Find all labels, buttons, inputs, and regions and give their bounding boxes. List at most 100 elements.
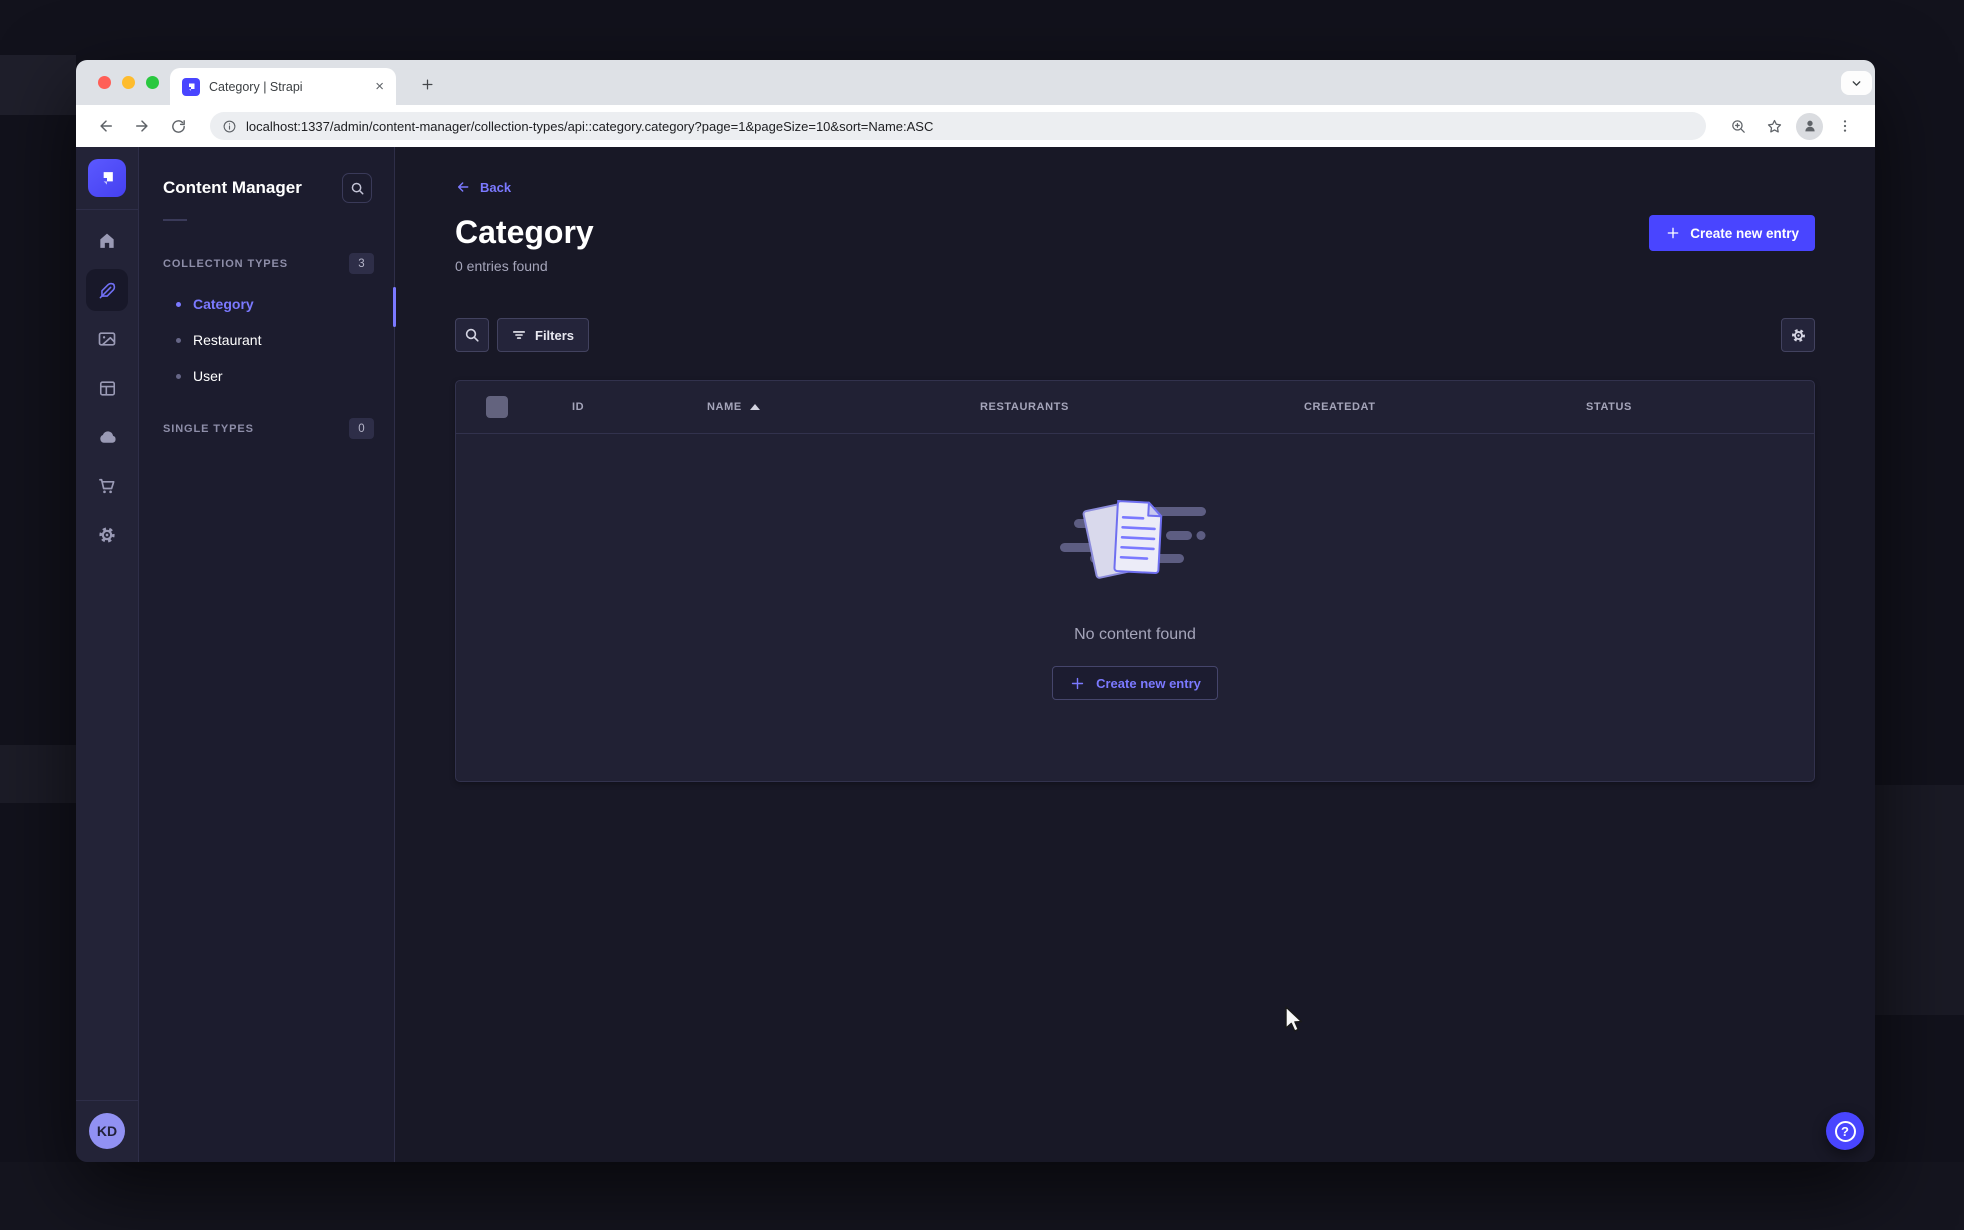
nav-content-type-builder-button[interactable] <box>86 367 128 409</box>
browser-tab-bar: Category | Strapi × <box>76 60 1875 105</box>
collection-types-section-header: COLLECTION TYPES 3 <box>139 253 394 274</box>
filters-label: Filters <box>535 327 575 343</box>
nav-settings-button[interactable] <box>86 514 128 556</box>
subnav-item-label: User <box>193 368 223 384</box>
select-all-checkbox[interactable] <box>486 396 508 418</box>
table-settings-button[interactable] <box>1781 318 1815 352</box>
strapi-logo[interactable] <box>88 159 126 197</box>
browser-forward-button[interactable] <box>128 112 156 140</box>
gear-icon <box>97 525 117 545</box>
main-content: Back Category 0 entries found Create new… <box>395 147 1875 1162</box>
nav-media-library-button[interactable] <box>86 318 128 360</box>
help-button[interactable]: ? <box>1826 1112 1864 1150</box>
search-icon <box>464 327 480 343</box>
single-types-count-badge: 0 <box>349 418 374 439</box>
site-info-icon[interactable] <box>222 119 237 134</box>
browser-tab[interactable]: Category | Strapi × <box>170 68 396 105</box>
rail-divider <box>76 209 138 210</box>
bookmark-star-icon[interactable] <box>1760 112 1788 140</box>
user-avatar[interactable]: KD <box>89 1113 125 1149</box>
rail-bottom: KD <box>76 1100 138 1162</box>
column-header-status[interactable]: STATUS <box>1586 401 1632 413</box>
zoom-search-icon[interactable] <box>1724 112 1752 140</box>
subnav-item-category[interactable]: Category <box>139 286 394 322</box>
window-controls <box>98 76 159 89</box>
column-header-id[interactable]: ID <box>572 401 584 413</box>
empty-create-entry-button[interactable]: Create new entry <box>1052 666 1218 700</box>
bullet-icon <box>176 337 181 343</box>
section-label: COLLECTION TYPES <box>163 257 289 270</box>
back-label: Back <box>480 179 512 195</box>
create-entry-button[interactable]: Create new entry <box>1649 215 1815 251</box>
window-close-button[interactable] <box>98 76 111 89</box>
filter-row: Filters <box>455 318 1815 352</box>
plus-icon <box>1665 225 1681 241</box>
browser-reload-button[interactable] <box>164 112 192 140</box>
url-text: localhost:1337/admin/content-manager/col… <box>246 118 934 134</box>
filters-button[interactable]: Filters <box>497 318 590 352</box>
browser-window: Category | Strapi × localhost:1337/admin… <box>76 60 1875 1162</box>
column-header-createdat[interactable]: CREATEDAT <box>1304 401 1376 413</box>
tab-search-chevron-button[interactable] <box>1841 71 1872 95</box>
gear-icon <box>1790 327 1807 344</box>
desktop-wallpaper-block <box>0 745 76 803</box>
subnav-divider <box>163 219 187 221</box>
entries-table: ID NAME RESTAURANTS CREATEDAT STATUS No … <box>455 380 1815 782</box>
home-icon <box>97 231 117 251</box>
desktop-wallpaper-block <box>0 1162 1964 1230</box>
rail-divider <box>76 1100 138 1101</box>
media-library-icon <box>97 329 117 349</box>
table-header-row: ID NAME RESTAURANTS CREATEDAT STATUS <box>456 381 1814 433</box>
browser-back-button[interactable] <box>92 112 120 140</box>
collection-types-list: Category Restaurant User <box>139 286 394 394</box>
nav-home-button[interactable] <box>86 220 128 262</box>
subnav-search-button[interactable] <box>342 173 372 203</box>
tab-title: Category | Strapi <box>209 79 303 94</box>
subnav-item-label: Restaurant <box>193 332 262 348</box>
nav-marketplace-button[interactable] <box>86 465 128 507</box>
cloud-icon <box>97 427 118 448</box>
subnav-title: Content Manager <box>163 178 302 197</box>
subnav-item-label: Category <box>193 296 254 312</box>
single-types-section-header: SINGLE TYPES 0 <box>139 418 394 439</box>
strapi-favicon <box>182 77 200 96</box>
nav-deploy-button[interactable] <box>86 416 128 458</box>
subnav-item-user[interactable]: User <box>139 358 394 394</box>
content-manager-subnav: Content Manager COLLECTION TYPES 3 Categ… <box>139 147 396 1162</box>
sort-ascending-icon <box>749 404 760 410</box>
subnav-header: Content Manager <box>139 173 394 203</box>
browser-profile-button[interactable] <box>1796 112 1823 140</box>
empty-state-message: No content found <box>1074 626 1196 643</box>
desktop-wallpaper-block <box>1875 785 1964 1015</box>
url-bar[interactable]: localhost:1337/admin/content-manager/col… <box>210 112 1706 140</box>
window-minimize-button[interactable] <box>122 76 135 89</box>
section-label: SINGLE TYPES <box>163 422 254 435</box>
back-link[interactable]: Back <box>455 179 511 195</box>
subnav-item-restaurant[interactable]: Restaurant <box>139 322 394 358</box>
collection-types-count-badge: 3 <box>349 253 374 274</box>
question-mark-icon: ? <box>1834 1120 1856 1142</box>
empty-state: No content found Create new entry <box>456 434 1814 781</box>
bullet-icon <box>176 373 181 379</box>
column-header-name[interactable]: NAME <box>707 401 760 413</box>
empty-create-entry-label: Create new entry <box>1096 675 1201 691</box>
search-icon <box>350 181 365 196</box>
new-tab-button[interactable] <box>414 71 440 97</box>
browser-menu-icon[interactable] <box>1831 112 1859 140</box>
main-nav-rail: KD <box>76 147 139 1162</box>
cart-icon <box>97 476 117 496</box>
mouse-cursor <box>1285 1006 1303 1032</box>
bullet-icon <box>176 301 181 307</box>
page-title: Category <box>455 214 594 250</box>
window-zoom-button[interactable] <box>146 76 159 89</box>
tab-close-icon[interactable]: × <box>375 79 384 94</box>
browser-toolbar: localhost:1337/admin/content-manager/col… <box>76 105 1875 147</box>
filter-icon <box>512 328 526 342</box>
strapi-app: KD Content Manager COLLECTION TYPES 3 Ca… <box>76 147 1875 1162</box>
search-button[interactable] <box>455 318 489 352</box>
plus-icon <box>1069 675 1086 692</box>
nav-content-manager-button[interactable] <box>86 269 128 311</box>
entries-count: 0 entries found <box>455 258 548 274</box>
column-header-restaurants[interactable]: RESTAURANTS <box>980 401 1069 413</box>
feather-icon <box>98 281 117 300</box>
